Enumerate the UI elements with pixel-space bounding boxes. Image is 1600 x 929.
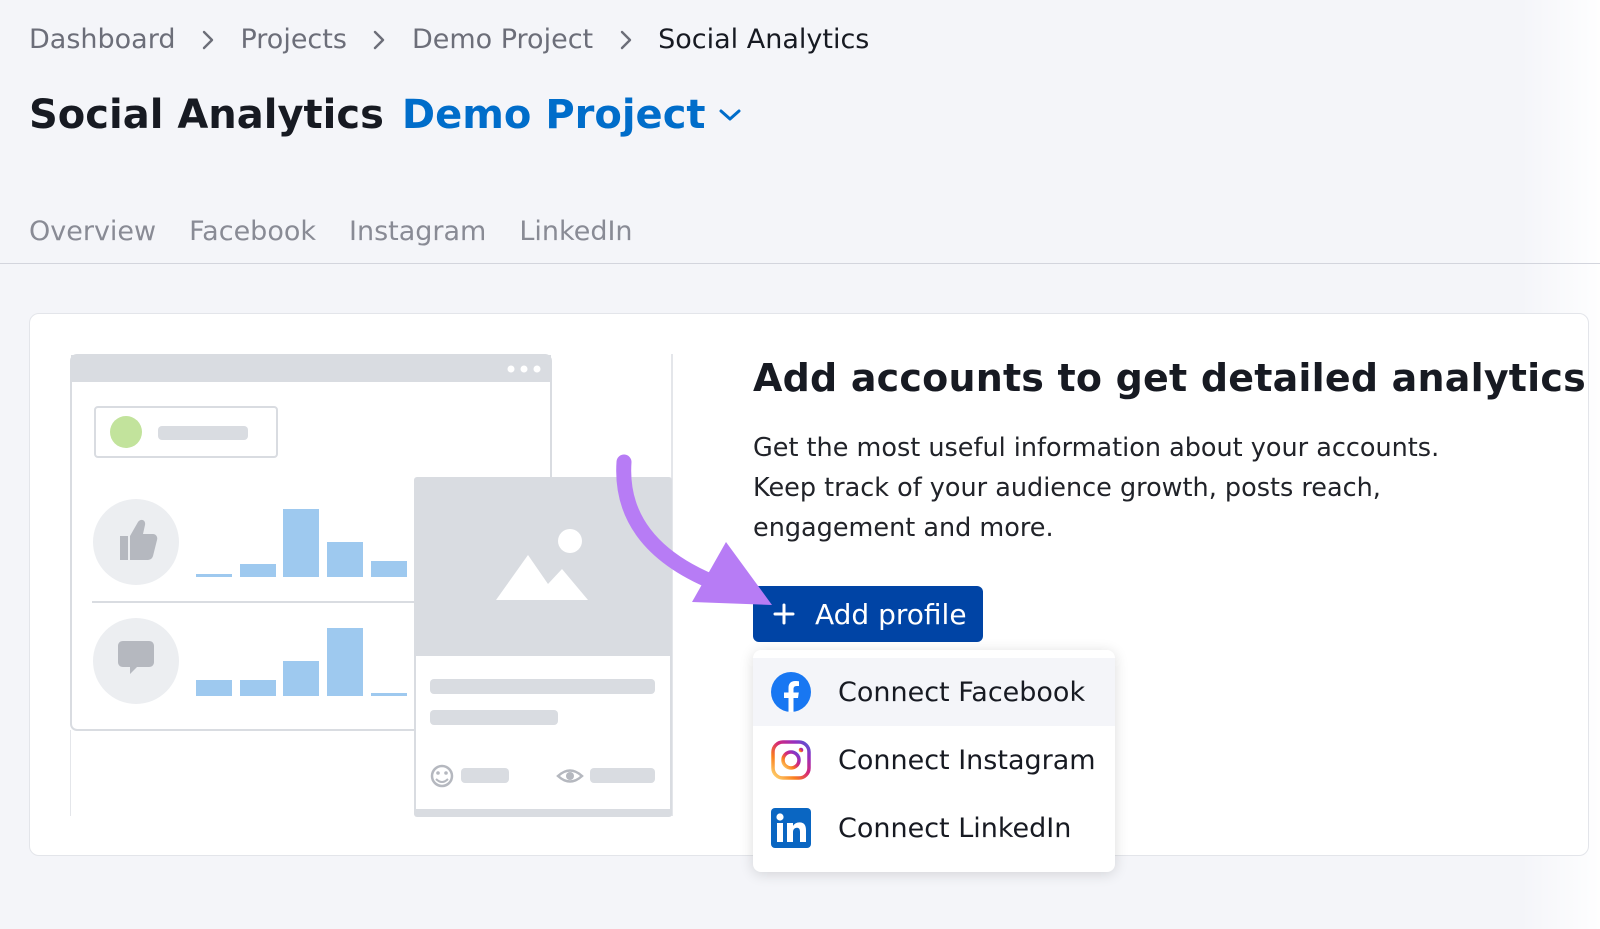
breadcrumb-current: Social Analytics <box>658 24 870 55</box>
chevron-right-icon <box>347 29 412 51</box>
breadcrumb: Dashboard Projects Demo Project Social A… <box>29 24 869 55</box>
connect-instagram-label: Connect Instagram <box>838 744 1096 776</box>
connect-facebook-item[interactable]: Connect Facebook <box>753 658 1115 726</box>
tab-divider <box>0 263 1600 264</box>
empty-state-heading: Add accounts to get detailed analytics <box>753 356 1586 400</box>
empty-state-description: Get the most useful information about yo… <box>753 428 1493 548</box>
breadcrumb-projects[interactable]: Projects <box>240 24 346 55</box>
connect-instagram-item[interactable]: Connect Instagram <box>753 726 1115 794</box>
tab-instagram[interactable]: Instagram <box>349 216 486 247</box>
description-line: Keep track of your audience growth, post… <box>753 473 1381 503</box>
connect-linkedin-label: Connect LinkedIn <box>838 812 1072 844</box>
add-profile-label: Add profile <box>815 597 967 631</box>
analytics-illustration <box>70 354 673 817</box>
tab-bar: Overview Facebook Instagram LinkedIn <box>29 216 666 247</box>
project-selector[interactable]: Demo Project <box>402 92 742 138</box>
description-line: engagement and more. <box>753 513 1054 543</box>
linkedin-icon <box>770 807 812 849</box>
connect-dropdown-menu: Connect Facebook Connect Instagram Conne… <box>753 650 1115 872</box>
facebook-icon <box>770 671 812 713</box>
page-title: Social Analytics Demo Project <box>29 92 742 138</box>
description-line: Get the most useful information about yo… <box>753 433 1440 463</box>
pointer-arrow-icon <box>616 454 772 605</box>
breadcrumb-dashboard[interactable]: Dashboard <box>29 24 175 55</box>
connect-linkedin-item[interactable]: Connect LinkedIn <box>753 794 1115 862</box>
instagram-icon <box>770 739 812 781</box>
tab-overview[interactable]: Overview <box>29 216 156 247</box>
chevron-down-icon <box>719 109 741 121</box>
breadcrumb-demo-project[interactable]: Demo Project <box>412 24 593 55</box>
tab-facebook[interactable]: Facebook <box>189 216 316 247</box>
connect-facebook-label: Connect Facebook <box>838 676 1086 708</box>
page-title-text: Social Analytics <box>29 92 384 138</box>
chevron-right-icon <box>175 29 240 51</box>
project-selector-label: Demo Project <box>401 92 706 138</box>
chevron-right-icon <box>593 29 658 51</box>
tab-linkedin[interactable]: LinkedIn <box>519 216 632 247</box>
